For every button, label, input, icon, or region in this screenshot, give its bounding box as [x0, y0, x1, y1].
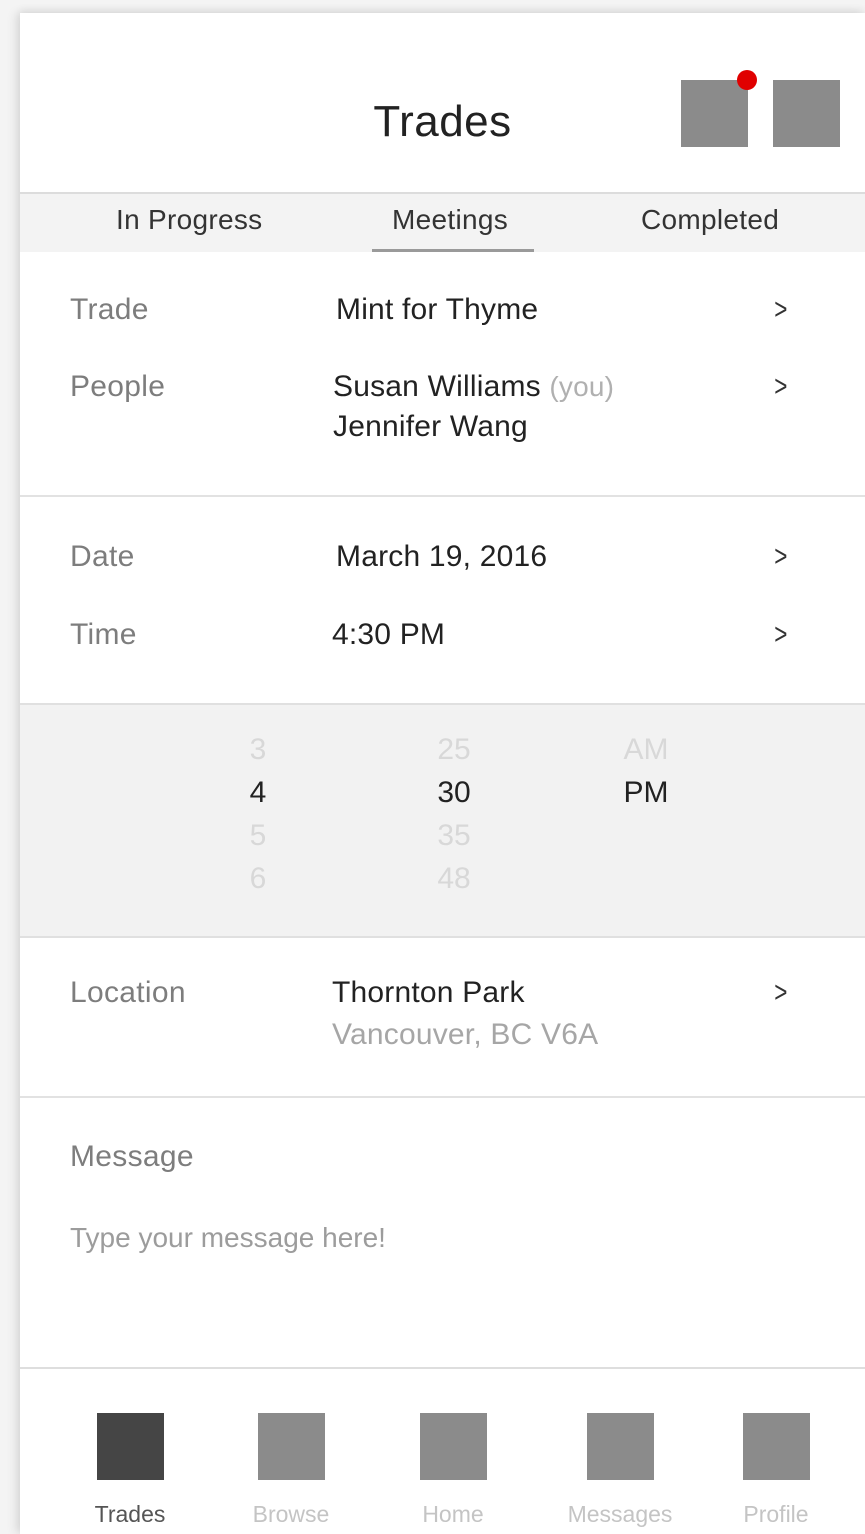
- section-divider: [20, 1096, 865, 1098]
- tab-in-progress[interactable]: In Progress: [116, 204, 262, 236]
- hour-option-selected[interactable]: 4: [218, 776, 298, 810]
- time-value: 4:30 PM: [332, 618, 446, 651]
- home-icon: [420, 1413, 487, 1480]
- menu-icon[interactable]: [773, 80, 840, 147]
- hour-option[interactable]: 6: [218, 862, 298, 896]
- tab-meetings[interactable]: Meetings: [392, 204, 508, 236]
- time-label: Time: [70, 618, 137, 651]
- hour-option[interactable]: 3: [218, 733, 298, 767]
- chevron-right-icon[interactable]: >: [774, 618, 787, 652]
- time-picker[interactable]: 3 4 5 6 25 30 35 48 AM PM: [20, 703, 865, 938]
- browse-icon: [258, 1413, 325, 1480]
- people-names: Susan Williams (you): [333, 370, 614, 404]
- date-label: Date: [70, 540, 135, 573]
- chevron-right-icon[interactable]: >: [774, 976, 787, 1010]
- section-divider: [20, 495, 865, 497]
- people-label: People: [70, 370, 166, 403]
- location-label: Location: [70, 976, 186, 1009]
- notification-badge: [737, 70, 757, 90]
- minute-option-selected[interactable]: 30: [414, 776, 494, 810]
- period-option-selected[interactable]: PM: [606, 776, 686, 810]
- location-address: Vancouver, BC V6A: [332, 1018, 599, 1051]
- person-name-other: Jennifer Wang: [333, 410, 528, 443]
- app-header: Trades: [20, 13, 865, 193]
- message-label: Message: [70, 1140, 194, 1173]
- active-tab-indicator: [372, 249, 534, 252]
- phone-screen: Trades In Progress Meetings Completed Tr…: [20, 13, 865, 1534]
- you-tag: (you): [549, 371, 615, 402]
- nav-item-profile[interactable]: Profile: [711, 1369, 841, 1534]
- minute-option[interactable]: 35: [414, 819, 494, 853]
- notifications-icon[interactable]: [681, 80, 748, 147]
- profile-icon: [743, 1413, 810, 1480]
- hour-option[interactable]: 5: [218, 819, 298, 853]
- trade-label: Trade: [70, 293, 149, 326]
- minute-option[interactable]: 25: [414, 733, 494, 767]
- person-name-you: Susan Williams: [333, 370, 541, 403]
- nav-label-browse: Browse: [252, 1501, 330, 1527]
- chevron-right-icon[interactable]: >: [774, 370, 787, 404]
- minute-option[interactable]: 48: [414, 862, 494, 896]
- nav-item-trades[interactable]: Trades: [65, 1369, 195, 1534]
- trade-value: Mint for Thyme: [336, 293, 539, 326]
- chevron-right-icon[interactable]: >: [774, 293, 787, 327]
- nav-label-profile: Profile: [743, 1501, 809, 1527]
- tab-bar: In Progress Meetings Completed: [20, 192, 865, 252]
- nav-item-browse[interactable]: Browse: [226, 1369, 356, 1534]
- tab-completed[interactable]: Completed: [641, 204, 779, 236]
- nav-label-home: Home: [422, 1501, 484, 1527]
- nav-item-messages[interactable]: Messages: [555, 1369, 685, 1534]
- messages-icon: [587, 1413, 654, 1480]
- chevron-right-icon[interactable]: >: [774, 540, 787, 574]
- date-value: March 19, 2016: [336, 540, 548, 573]
- nav-label-messages: Messages: [567, 1501, 673, 1527]
- period-option[interactable]: AM: [606, 733, 686, 767]
- trades-icon: [97, 1413, 164, 1480]
- bottom-nav: Trades Browse Home Messages Profile: [20, 1367, 865, 1534]
- message-input[interactable]: [70, 1218, 810, 1258]
- nav-item-home[interactable]: Home: [388, 1369, 518, 1534]
- location-name: Thornton Park: [332, 976, 525, 1009]
- nav-label-trades: Trades: [94, 1501, 166, 1527]
